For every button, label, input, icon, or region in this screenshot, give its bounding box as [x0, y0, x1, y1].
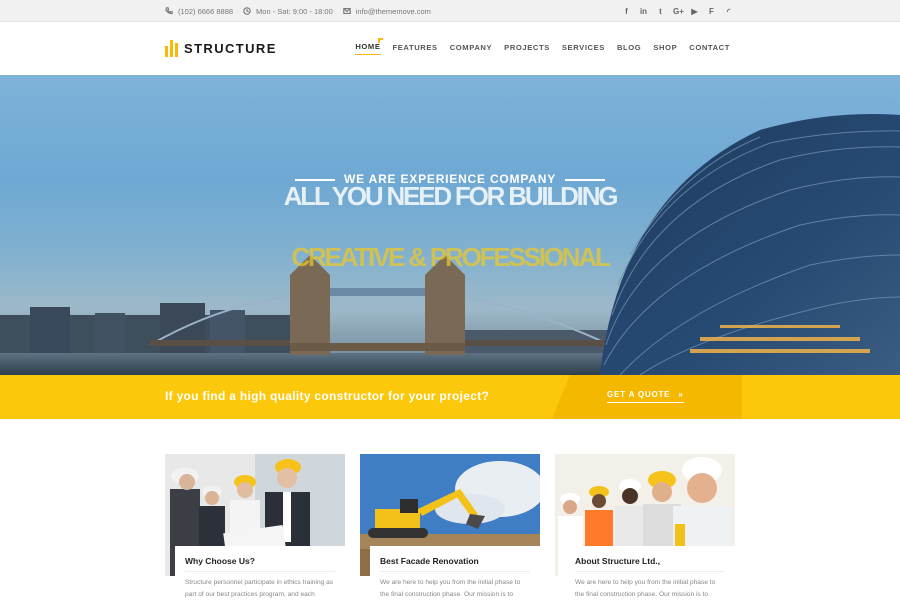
hours-item: Mon - Sat: 9:00 - 18:00: [243, 7, 333, 16]
card-title[interactable]: Why Choose Us?: [185, 556, 335, 572]
clock-icon: [243, 7, 251, 15]
card-excerpt: Structure personnel participate in ethic…: [185, 579, 334, 598]
card-about-structure[interactable]: About Structure Ltd., We are here to hel…: [555, 454, 735, 600]
google-plus-icon[interactable]: G+: [673, 7, 684, 16]
city-skyline-illustration: [0, 114, 900, 375]
top-bar: (102) 6666 8888 Mon - Sat: 9:00 - 18:00 …: [0, 0, 900, 22]
card-title[interactable]: About Structure Ltd.,: [575, 556, 725, 572]
email-address: info@thememove.com: [355, 6, 431, 16]
card-title[interactable]: Best Facade Renovation: [380, 556, 530, 572]
logo[interactable]: STRUCTURE: [165, 40, 277, 57]
card-why-choose-us[interactable]: Why Choose Us? Structure personnel parti…: [165, 454, 345, 600]
nav-company[interactable]: COMPANY: [450, 43, 492, 55]
opening-hours: Mon - Sat: 9:00 - 18:00: [256, 6, 333, 16]
phone-number: (102) 6666 8888: [178, 6, 234, 16]
linkedin-icon[interactable]: in: [639, 7, 648, 16]
nav-blog[interactable]: BLOG: [617, 43, 641, 55]
logo-text: STRUCTURE: [184, 41, 277, 56]
nav-shop[interactable]: SHOP: [653, 43, 677, 55]
get-a-quote-label: GET A QUOTE: [607, 390, 671, 399]
get-a-quote-button[interactable]: GET A QUOTE »: [607, 390, 684, 403]
card-best-facade-renovation[interactable]: Best Facade Renovation We are here to he…: [360, 454, 540, 600]
social-links: f in t G+ ▶ F ◜: [622, 0, 733, 22]
nav-active-marker: [378, 38, 383, 43]
quote-banner: If you find a high quality constructor f…: [0, 375, 900, 419]
card-content: About Structure Ltd., We are here to hel…: [565, 546, 735, 600]
card-content: Why Choose Us? Structure personnel parti…: [175, 546, 345, 600]
nav-features[interactable]: FEATURES: [393, 43, 438, 55]
nav-services[interactable]: SERVICES: [562, 43, 605, 55]
nav-contact[interactable]: CONTACT: [689, 43, 730, 55]
main-navigation: HOME FEATURES COMPANY PROJECTS SERVICES …: [355, 22, 730, 75]
rss-icon[interactable]: ◜: [724, 7, 733, 16]
hero-title: ALL YOU NEED FOR BUILDING: [283, 181, 619, 211]
card-excerpt: We are here to help you from the initial…: [575, 579, 716, 598]
nav-projects[interactable]: PROJECTS: [504, 43, 550, 55]
facebook-icon[interactable]: f: [622, 7, 631, 16]
card-content: Best Facade Renovation We are here to he…: [370, 546, 540, 600]
logo-mark-icon: [165, 40, 178, 57]
quote-banner-text: If you find a high quality constructor f…: [165, 389, 490, 403]
email-item[interactable]: info@thememove.com: [343, 7, 431, 16]
phone-item[interactable]: (102) 6666 8888: [165, 7, 233, 16]
envelope-icon: [343, 8, 351, 14]
twitter-icon[interactable]: t: [656, 7, 665, 16]
contact-info: (102) 6666 8888 Mon - Sat: 9:00 - 18:00 …: [165, 0, 431, 22]
hero-tagline: CREATIVE & PROFESSIONAL: [291, 242, 610, 272]
card-excerpt: We are here to help you from the initial…: [380, 579, 521, 598]
youtube-icon[interactable]: ▶: [690, 7, 699, 16]
nav-home[interactable]: HOME: [355, 42, 381, 55]
double-chevron-right-icon: »: [678, 390, 684, 399]
foursquare-icon[interactable]: F: [707, 7, 716, 16]
hero-banner: WE ARE EXPERIENCE COMPANY ALL YOU NEED F…: [0, 75, 900, 375]
site-header: STRUCTURE HOME FEATURES COMPANY PROJECTS…: [0, 22, 900, 75]
phone-icon: [165, 7, 173, 15]
